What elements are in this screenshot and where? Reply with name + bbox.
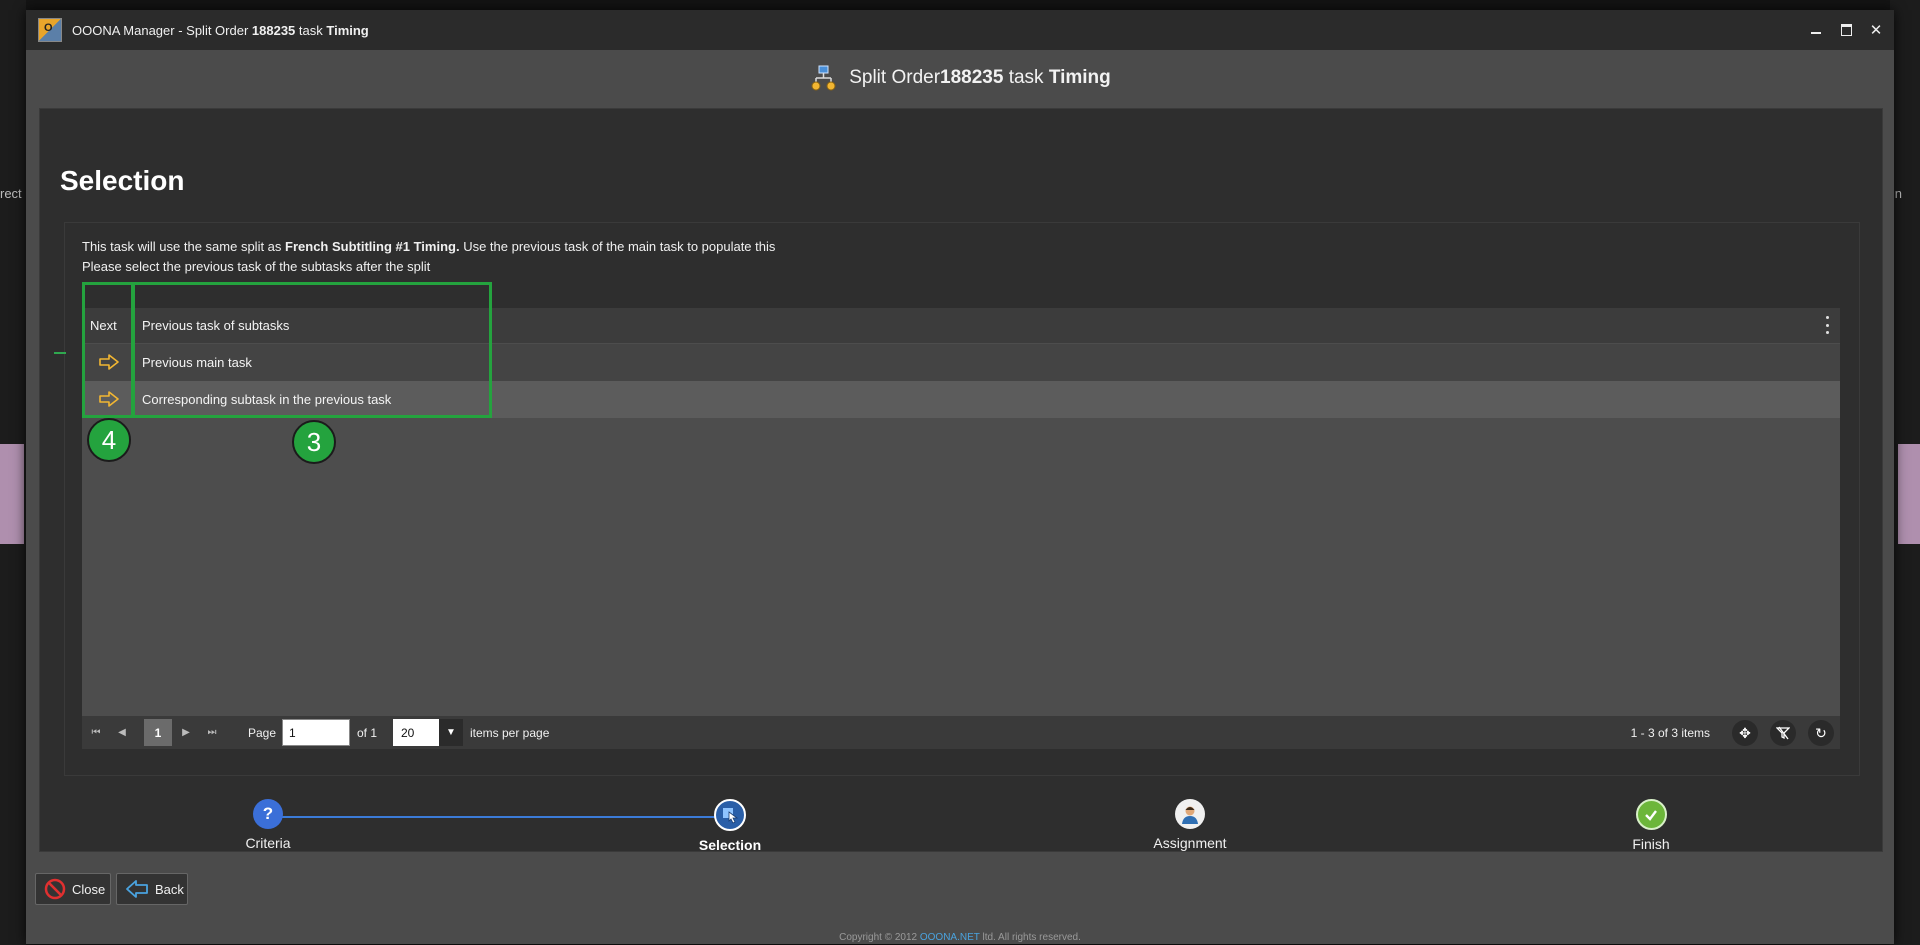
last-page-button[interactable]: ⏭ bbox=[204, 724, 220, 740]
back-button[interactable]: Back bbox=[116, 873, 188, 905]
background-highlight-left bbox=[0, 444, 24, 544]
background-text-right: n bbox=[1894, 186, 1902, 201]
previous-page-button[interactable]: ◀ bbox=[114, 724, 130, 740]
user-icon bbox=[1175, 799, 1205, 829]
split-order-window: O OOONA Manager - Split Order 188235 tas… bbox=[26, 10, 1894, 944]
wizard-stepper: ? Criteria Selection Assignment Finish bbox=[40, 799, 1882, 853]
move-icon: ✥ bbox=[1739, 724, 1751, 741]
maximize-button[interactable] bbox=[1838, 22, 1854, 38]
background-text-left: rect bbox=[0, 186, 22, 201]
app-logo: O bbox=[38, 18, 62, 42]
selection-icon bbox=[714, 799, 746, 831]
items-count: 1 - 3 of 3 items bbox=[1630, 726, 1710, 740]
copyright-footer: Copyright © 2012 OOONA.NET ltd. All righ… bbox=[839, 932, 1081, 943]
refresh-icon: ↻ bbox=[1815, 724, 1827, 741]
move-button[interactable]: ✥ bbox=[1732, 720, 1758, 746]
first-page-button[interactable]: ⏮ bbox=[88, 724, 104, 740]
step-finish[interactable]: Finish bbox=[1591, 799, 1711, 852]
background-highlight-right bbox=[1898, 444, 1920, 544]
page-title: Split Order 188235 task Timing bbox=[26, 58, 1894, 98]
check-icon bbox=[1635, 799, 1667, 830]
page-of-label: of 1 bbox=[357, 726, 378, 740]
section-title: Selection bbox=[60, 165, 185, 196]
close-icon: ✕ bbox=[1869, 22, 1883, 39]
clear-filter-button[interactable] bbox=[1770, 720, 1796, 746]
page-label: Page bbox=[248, 726, 277, 740]
arrow-left-icon bbox=[126, 880, 148, 898]
next-page-button[interactable]: ▶ bbox=[178, 724, 194, 740]
question-icon: ? bbox=[253, 799, 283, 829]
close-button[interactable]: Close bbox=[35, 873, 111, 905]
split-icon bbox=[811, 65, 836, 91]
minimize-icon bbox=[1811, 32, 1821, 34]
current-page-button[interactable]: 1 bbox=[144, 719, 172, 746]
page-number-input[interactable] bbox=[282, 719, 350, 746]
chevron-down-icon: ▼ bbox=[439, 719, 463, 746]
selected-row-marker bbox=[54, 352, 66, 354]
grid-pager: ⏮ ◀ 1 ▶ ⏭ Page of 1 20 ▼ items per page … bbox=[82, 716, 1840, 749]
no-entry-icon bbox=[44, 878, 66, 900]
step-criteria[interactable]: ? Criteria bbox=[208, 799, 328, 851]
annotation-highlight-next-column bbox=[82, 282, 134, 418]
description: This task will use the same split as Fre… bbox=[82, 237, 775, 277]
column-menu-icon[interactable] bbox=[1826, 316, 1830, 334]
title-bar: O OOONA Manager - Split Order 188235 tas… bbox=[26, 10, 1894, 50]
step-selection[interactable]: Selection bbox=[670, 799, 790, 853]
per-page-label: items per page bbox=[470, 726, 550, 740]
annotation-highlight-previous-task-column bbox=[132, 282, 492, 418]
step-assignment[interactable]: Assignment bbox=[1130, 799, 1250, 851]
window-title: OOONA Manager - Split Order 188235 task … bbox=[72, 22, 369, 38]
wizard-panel: Selection This task will use the same sp… bbox=[39, 108, 1883, 853]
page-size-select[interactable]: 20 ▼ bbox=[393, 719, 463, 746]
minimize-button[interactable] bbox=[1808, 22, 1824, 38]
description-line-2: Please select the previous task of the s… bbox=[82, 259, 431, 274]
close-window-button[interactable]: ✕ bbox=[1868, 22, 1884, 39]
annotation-badge-3: 3 bbox=[292, 420, 336, 464]
step-progress-line bbox=[268, 816, 730, 818]
annotation-badge-4: 4 bbox=[87, 418, 131, 462]
clear-filter-icon bbox=[1776, 726, 1790, 740]
refresh-button[interactable]: ↻ bbox=[1808, 720, 1834, 746]
maximize-icon bbox=[1840, 24, 1852, 36]
description-line-1: This task will use the same split as Fre… bbox=[82, 239, 776, 254]
